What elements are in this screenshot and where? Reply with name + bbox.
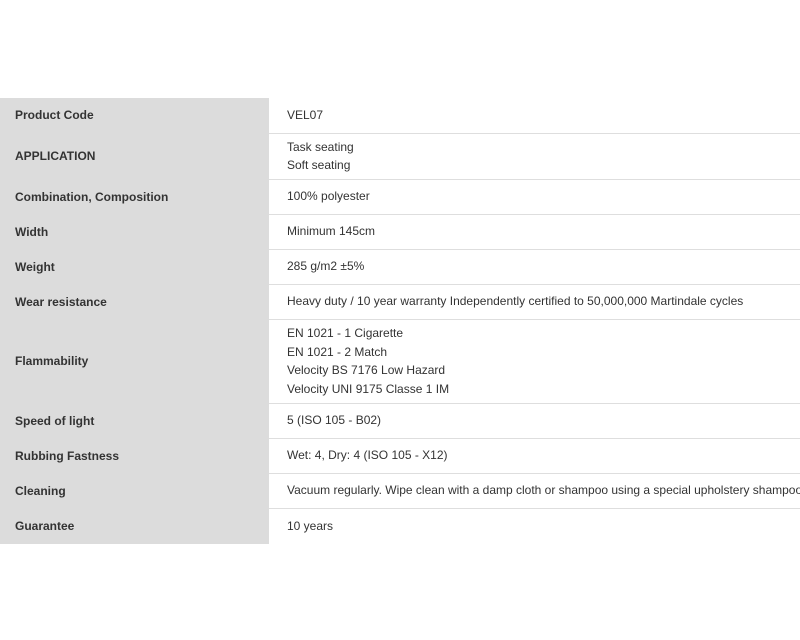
- spec-label: Weight: [0, 249, 269, 285]
- table-row: Wear resistance Heavy duty / 10 year warr…: [0, 284, 800, 320]
- spec-label: Width: [0, 214, 269, 250]
- spec-value-line: Velocity BS 7176 Low Hazard: [287, 363, 446, 377]
- spec-label: APPLICATION: [0, 133, 269, 180]
- table-row: Flammability EN 1021 - 1 Cigarette EN 1021…: [0, 319, 800, 404]
- spec-value-line: EN 1021 - 1 Cigarette: [287, 326, 404, 340]
- spec-value-line: Minimum 145cm: [287, 224, 376, 239]
- table-row: Speed of light 5 (ISO 105 - B02): [0, 403, 800, 439]
- spec-value: 100% polyester: [269, 179, 800, 215]
- product-spec-table: Product Code VEL07 APPLICATION Task seating…: [0, 98, 800, 544]
- spec-value: 10 years: [269, 508, 800, 543]
- spec-value-line: Task seating: [287, 139, 354, 154]
- table-row: Cleaning Vacuum regularly. Wipe clean wit…: [0, 473, 800, 509]
- spec-value: 5 (ISO 105 - B02): [269, 403, 800, 439]
- spec-label: Product Code: [0, 98, 269, 134]
- spec-value-line: Soft seating: [287, 158, 351, 172]
- spec-table-body: Product Code VEL07 APPLICATION Task seating…: [0, 98, 800, 544]
- spec-value-line: 285 g/m2 ±5%: [287, 259, 365, 274]
- spec-label: Guarantee: [0, 508, 269, 544]
- table-row: Guarantee 10 years: [0, 508, 800, 544]
- table-row: Rubbing Fastness Wet: 4, Dry: 4 (ISO 105 …: [0, 438, 800, 474]
- table-row: Product Code VEL07: [0, 98, 800, 134]
- spec-value: Heavy duty / 10 year warranty Independen…: [269, 284, 800, 320]
- table-row: Weight 285 g/m2 ±5%: [0, 249, 800, 285]
- spec-value-line: Wet: 4, Dry: 4 (ISO 105 - X12): [287, 448, 448, 463]
- spec-value-line: EN 1021 - 2 Match: [287, 344, 388, 359]
- spec-value-line: Velocity UNI 9175 Classe 1 IM: [287, 381, 450, 396]
- spec-label: Flammability: [0, 319, 269, 404]
- spec-label: Combination, Composition: [0, 179, 269, 215]
- spec-label: Cleaning: [0, 473, 269, 509]
- spec-value-line: 5 (ISO 105 - B02): [287, 413, 382, 428]
- table-row: Combination, Composition 100% polyester: [0, 179, 800, 215]
- table-row: Width Minimum 145cm: [0, 214, 800, 250]
- spec-value-line: 10 years: [287, 518, 334, 533]
- table-row: APPLICATION Task seating Soft seating: [0, 133, 800, 180]
- spec-value: EN 1021 - 1 Cigarette EN 1021 - 2 Match Ve…: [269, 319, 800, 404]
- spec-value: Wet: 4, Dry: 4 (ISO 105 - X12): [269, 438, 800, 474]
- spec-value: VEL07: [269, 98, 800, 134]
- spec-value: Vacuum regularly. Wipe clean with a damp…: [269, 473, 800, 509]
- spec-value-line: 100% polyester: [287, 189, 370, 204]
- spec-value: Task seating Soft seating: [269, 133, 800, 180]
- spec-value: 285 g/m2 ±5%: [269, 249, 800, 285]
- spec-value: Minimum 145cm: [269, 214, 800, 250]
- spec-value-line: Vacuum regularly. Wipe clean with a damp…: [287, 483, 800, 498]
- spec-label: Wear resistance: [0, 284, 269, 320]
- spec-value-line: VEL07: [287, 108, 324, 122]
- spec-label: Speed of light: [0, 403, 269, 439]
- spec-label: Rubbing Fastness: [0, 438, 269, 474]
- spec-value-line: Heavy duty / 10 year warranty Independen…: [287, 294, 744, 309]
